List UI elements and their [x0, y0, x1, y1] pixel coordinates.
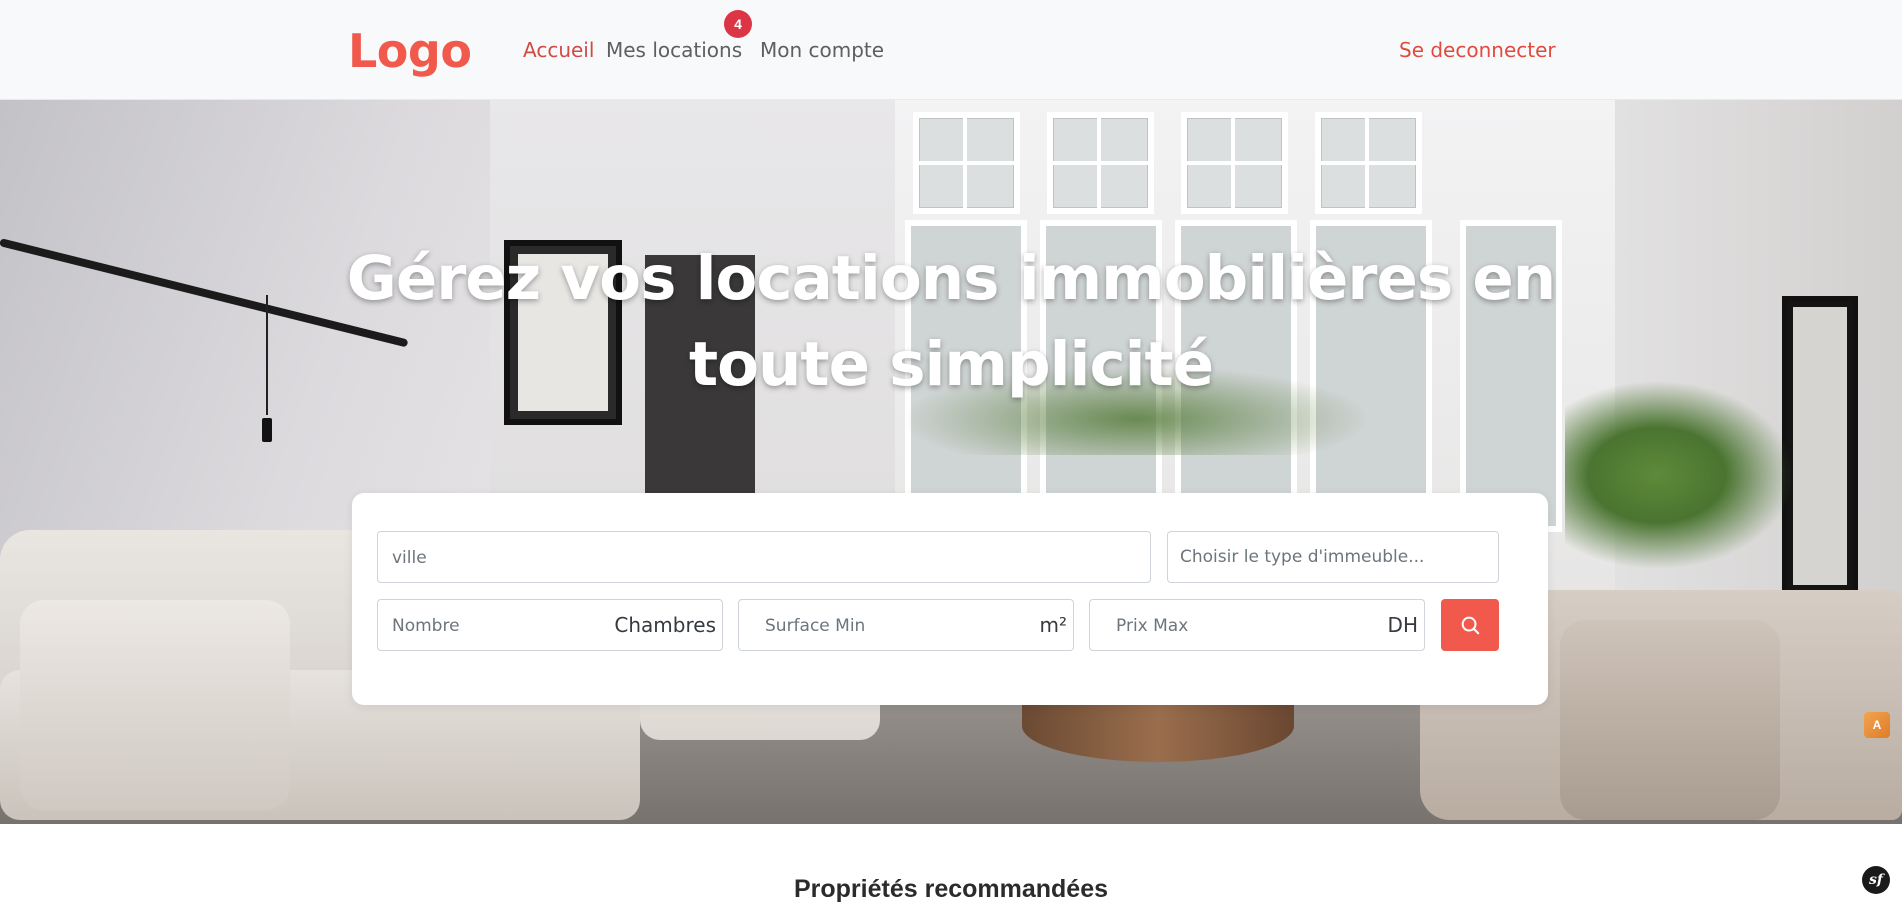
- logo[interactable]: Logo: [348, 24, 472, 78]
- search-button[interactable]: [1441, 599, 1499, 651]
- logout-link[interactable]: Se deconnecter: [1399, 38, 1556, 62]
- surface-field[interactable]: m²: [738, 599, 1074, 652]
- nav-link-mon-compte[interactable]: Mon compte: [760, 38, 884, 62]
- property-type-placeholder: Choisir le type d'immeuble...: [1180, 547, 1425, 567]
- city-field[interactable]: [377, 531, 1151, 584]
- price-max-input[interactable]: [1114, 600, 1392, 652]
- property-type-select[interactable]: Choisir le type d'immeuble...: [1167, 531, 1499, 583]
- search-form: Choisir le type d'immeuble... Chambres m…: [352, 493, 1548, 705]
- nav-link-mes-locations[interactable]: Mes locations: [606, 38, 742, 62]
- city-input[interactable]: [390, 532, 1142, 584]
- navbar: Logo Accueil Mes locations 4 Mon compte …: [0, 0, 1902, 100]
- surface-min-input[interactable]: [763, 600, 1041, 652]
- translate-icon[interactable]: A: [1864, 712, 1890, 738]
- recommended-section-title: Propriétés recommandées: [793, 874, 1109, 903]
- notification-badge: 4: [724, 10, 752, 38]
- search-icon: [1461, 616, 1480, 635]
- nav-link-accueil[interactable]: Accueil: [523, 38, 594, 62]
- rooms-unit-label: Chambres: [614, 613, 716, 637]
- rooms-field[interactable]: Chambres: [377, 599, 723, 652]
- surface-unit-label: m²: [1039, 613, 1068, 637]
- hero-title: Gérez vos locations immobilières en tout…: [346, 242, 1556, 400]
- price-unit-label: DH: [1387, 613, 1418, 637]
- price-field[interactable]: DH: [1089, 599, 1425, 652]
- hero-section: Gérez vos locations immobilières en tout…: [0, 100, 1902, 824]
- symfony-debug-icon[interactable]: sf: [1862, 866, 1890, 894]
